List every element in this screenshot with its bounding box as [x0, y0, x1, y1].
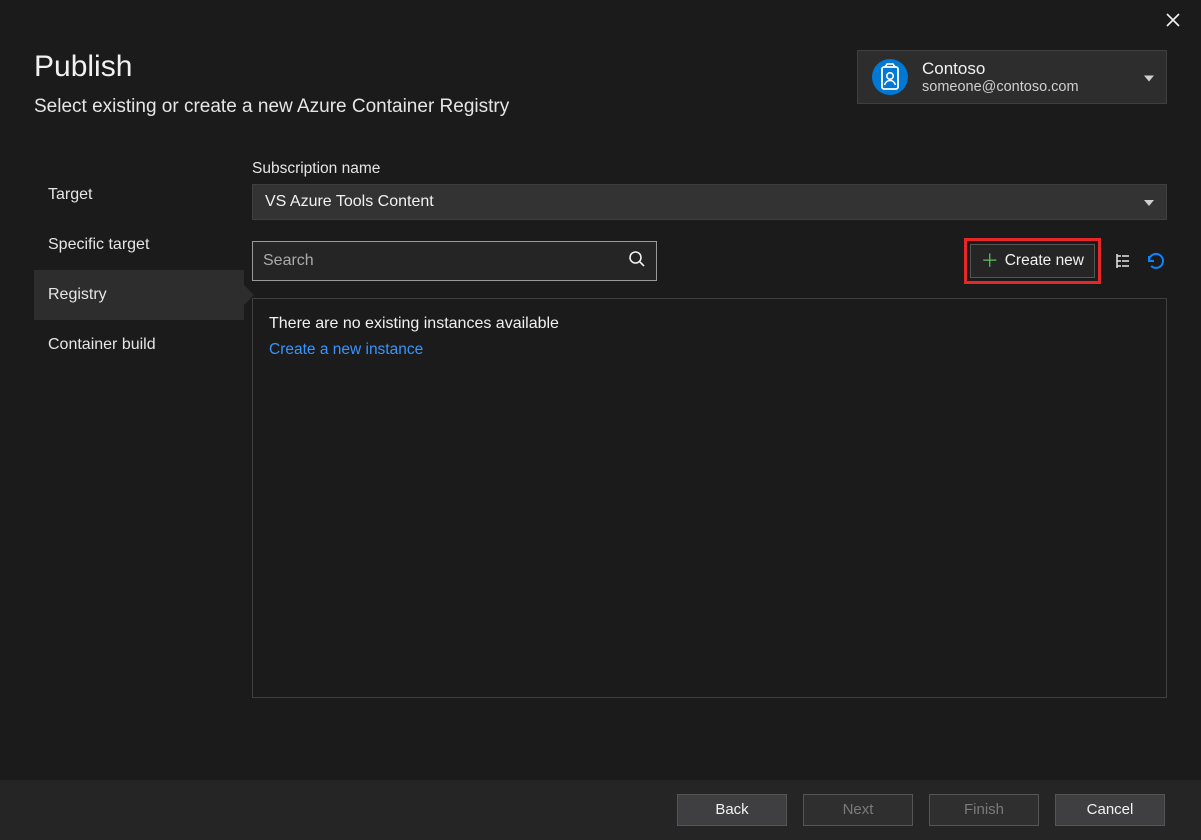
chevron-down-icon [1144, 193, 1154, 211]
create-new-label: Create new [1005, 252, 1084, 270]
account-name: Contoso [922, 59, 1079, 79]
subscription-label: Subscription name [252, 160, 1167, 178]
search-box[interactable] [252, 241, 657, 281]
create-new-highlight: ＋ Create new [964, 238, 1101, 284]
sidebar-item-label: Registry [48, 286, 107, 303]
refresh-icon [1145, 250, 1167, 272]
chevron-down-icon [1144, 69, 1154, 86]
sidebar-item-label: Target [48, 186, 92, 203]
subscription-value: VS Azure Tools Content [265, 193, 434, 211]
finish-button: Finish [929, 794, 1039, 826]
results-panel: There are no existing instances availabl… [252, 298, 1167, 698]
search-icon [628, 250, 646, 272]
refresh-button[interactable] [1145, 250, 1167, 272]
create-new-button[interactable]: ＋ Create new [970, 244, 1095, 278]
empty-message: There are no existing instances availabl… [269, 315, 1150, 333]
create-instance-link[interactable]: Create a new instance [269, 341, 1150, 359]
account-icon [872, 59, 908, 95]
sidebar-item-label: Container build [48, 336, 156, 353]
page-title: Publish [34, 50, 509, 84]
close-icon [1165, 12, 1181, 28]
sidebar-item-container-build[interactable]: Container build [34, 320, 244, 370]
sidebar-item-registry[interactable]: Registry [34, 270, 244, 320]
back-button[interactable]: Back [677, 794, 787, 826]
tree-view-icon [1113, 251, 1133, 271]
cancel-button[interactable]: Cancel [1055, 794, 1165, 826]
sidebar-item-target[interactable]: Target [34, 170, 244, 220]
account-selector[interactable]: Contoso someone@contoso.com [857, 50, 1167, 104]
page-subtitle: Select existing or create a new Azure Co… [34, 96, 509, 118]
account-email: someone@contoso.com [922, 79, 1079, 95]
subscription-select[interactable]: VS Azure Tools Content [252, 184, 1167, 220]
sidebar-item-label: Specific target [48, 236, 149, 253]
footer: Back Next Finish Cancel [0, 780, 1201, 840]
search-input[interactable] [263, 252, 628, 270]
wizard-steps-sidebar: Target Specific target Registry Containe… [34, 160, 244, 698]
tree-view-button[interactable] [1113, 251, 1133, 271]
sidebar-item-specific-target[interactable]: Specific target [34, 220, 244, 270]
next-button: Next [803, 794, 913, 826]
close-button[interactable] [1165, 12, 1181, 32]
plus-icon: ＋ [981, 252, 999, 270]
